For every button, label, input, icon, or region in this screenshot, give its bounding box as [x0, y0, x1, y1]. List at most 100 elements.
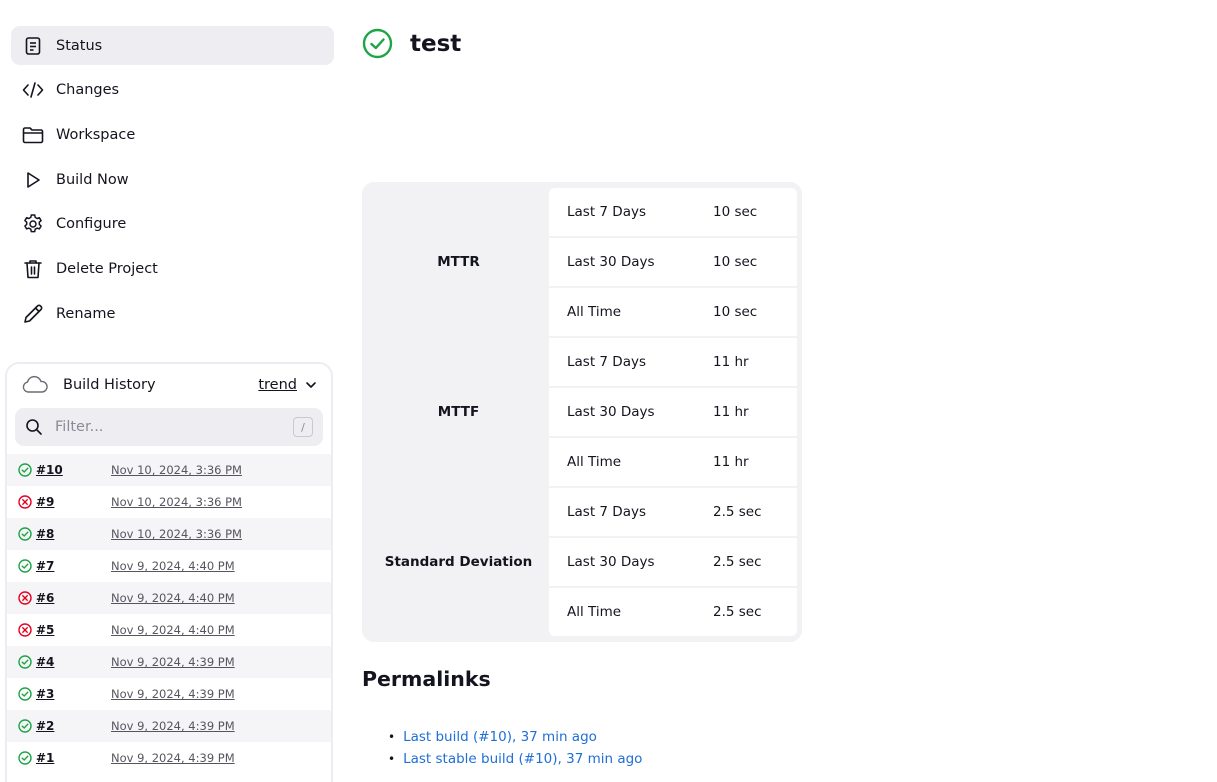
stat-value: 2.5 sec [713, 504, 762, 520]
success-status-icon [18, 719, 32, 733]
code-icon [22, 79, 44, 101]
gear-icon [22, 213, 44, 235]
build-number-link[interactable]: #6 [36, 591, 111, 605]
success-status-icon [362, 28, 393, 59]
build-date-link[interactable]: Nov 9, 2024, 4:40 PM [111, 591, 235, 605]
stat-period: All Time [567, 454, 622, 470]
build-row[interactable]: #1 Nov 9, 2024, 4:39 PM [7, 742, 331, 774]
sidebar-item-label: Status [56, 37, 103, 54]
success-status-icon [18, 527, 32, 541]
build-row[interactable]: #10 Nov 10, 2024, 3:36 PM [7, 454, 331, 486]
build-number-link[interactable]: #3 [36, 687, 111, 701]
stat-period: All Time [567, 304, 622, 320]
stat-value: 2.5 sec [713, 604, 762, 620]
success-status-icon [18, 687, 32, 701]
sidebar-item-rename[interactable]: Rename [11, 294, 334, 333]
build-date-link[interactable]: Nov 10, 2024, 3:36 PM [111, 527, 242, 541]
stat-period: All Time [567, 604, 622, 620]
stat-row: Last 30 Days 10 sec [549, 238, 797, 286]
sidebar-item-label: Build Now [56, 171, 129, 188]
stat-row: All Time 2.5 sec [549, 588, 797, 636]
build-number-link[interactable]: #1 [36, 751, 111, 765]
stat-row: Last 7 Days 2.5 sec [549, 488, 797, 536]
stat-period: Last 7 Days [567, 354, 646, 370]
build-number-link[interactable]: #2 [36, 719, 111, 733]
build-row[interactable]: #3 Nov 9, 2024, 4:39 PM [7, 678, 331, 710]
build-row[interactable]: #4 Nov 9, 2024, 4:39 PM [7, 646, 331, 678]
build-row[interactable]: #2 Nov 9, 2024, 4:39 PM [7, 710, 331, 742]
sidebar-item-changes[interactable]: Changes [11, 71, 334, 110]
stat-row: Last 7 Days 10 sec [549, 188, 797, 236]
build-number-link[interactable]: #5 [36, 623, 111, 637]
build-date-link[interactable]: Nov 9, 2024, 4:39 PM [111, 655, 235, 669]
success-status-icon [18, 751, 32, 765]
sidebar-nav: Status Changes Workspace Build Now Confi… [11, 26, 334, 339]
filter-placeholder: Filter... [55, 419, 104, 435]
build-number-link[interactable]: #10 [36, 463, 111, 477]
page-title: test [362, 28, 461, 59]
build-date-link[interactable]: Nov 10, 2024, 3:36 PM [111, 495, 242, 509]
project-title: test [410, 30, 462, 57]
stat-row: Last 7 Days 11 hr [549, 338, 797, 386]
permalink-last-build[interactable]: Last build (#10), 37 min ago [403, 729, 597, 745]
build-filter-input[interactable]: Filter... / [15, 408, 323, 446]
permalink-last-stable-build[interactable]: Last stable build (#10), 37 min ago [403, 751, 642, 767]
build-date-link[interactable]: Nov 9, 2024, 4:39 PM [111, 687, 235, 701]
build-row[interactable]: #9 Nov 10, 2024, 3:36 PM [7, 486, 331, 518]
build-stats-table: MTTR MTTF Standard Deviation Last 7 Days… [362, 182, 802, 642]
stat-period: Last 30 Days [567, 404, 655, 420]
success-status-icon [18, 655, 32, 669]
cloud-icon [21, 375, 49, 395]
stat-value: 11 hr [713, 454, 749, 470]
sidebar-item-configure[interactable]: Configure [11, 205, 334, 244]
stat-value: 11 hr [713, 404, 749, 420]
stat-value: 11 hr [713, 354, 749, 370]
document-icon [22, 35, 44, 57]
stat-period: Last 7 Days [567, 504, 646, 520]
stat-row: All Time 10 sec [549, 288, 797, 336]
build-number-link[interactable]: #7 [36, 559, 111, 573]
permalinks-list: Last build (#10), 37 min ago Last stable… [388, 726, 642, 770]
sidebar-item-label: Rename [56, 305, 116, 322]
permalinks-heading: Permalinks [362, 667, 491, 691]
keyboard-shortcut-hint: / [293, 417, 313, 437]
sidebar-item-build-now[interactable]: Build Now [11, 160, 334, 199]
build-row[interactable]: #7 Nov 9, 2024, 4:40 PM [7, 550, 331, 582]
failed-status-icon [18, 623, 32, 637]
stat-row: Last 30 Days 2.5 sec [549, 538, 797, 586]
sidebar-item-label: Delete Project [56, 260, 158, 277]
build-row[interactable]: #8 Nov 10, 2024, 3:36 PM [7, 518, 331, 550]
failed-status-icon [18, 495, 32, 509]
build-history-header: Build History trend [7, 364, 331, 406]
stat-group-label: MTTR [437, 254, 480, 270]
sidebar-item-label: Changes [56, 82, 120, 99]
build-date-link[interactable]: Nov 9, 2024, 4:40 PM [111, 559, 235, 573]
build-number-link[interactable]: #4 [36, 655, 111, 669]
trash-icon [22, 258, 44, 280]
build-number-link[interactable]: #8 [36, 527, 111, 541]
build-date-link[interactable]: Nov 9, 2024, 4:39 PM [111, 719, 235, 733]
build-row[interactable]: #6 Nov 9, 2024, 4:40 PM [7, 582, 331, 614]
stat-value: 10 sec [713, 304, 758, 320]
sidebar-item-status[interactable]: Status [11, 26, 334, 65]
build-date-link[interactable]: Nov 9, 2024, 4:40 PM [111, 623, 235, 637]
stat-row: Last 30 Days 11 hr [549, 388, 797, 436]
stat-period: Last 30 Days [567, 554, 655, 570]
success-status-icon [18, 559, 32, 573]
build-date-link[interactable]: Nov 9, 2024, 4:39 PM [111, 751, 235, 765]
list-item: Last build (#10), 37 min ago [388, 726, 642, 748]
build-history-title: Build History [63, 377, 156, 393]
play-icon [22, 169, 44, 191]
stat-row: All Time 11 hr [549, 438, 797, 486]
folder-icon [22, 124, 44, 146]
chevron-down-icon[interactable] [305, 379, 317, 391]
sidebar-item-delete-project[interactable]: Delete Project [11, 249, 334, 288]
build-row[interactable]: #5 Nov 9, 2024, 4:40 PM [7, 614, 331, 646]
sidebar-item-workspace[interactable]: Workspace [11, 115, 334, 154]
stat-period: Last 7 Days [567, 204, 646, 220]
trend-link[interactable]: trend [258, 377, 297, 393]
build-date-link[interactable]: Nov 10, 2024, 3:36 PM [111, 463, 242, 477]
stat-value: 10 sec [713, 204, 758, 220]
build-number-link[interactable]: #9 [36, 495, 111, 509]
sidebar-item-label: Configure [56, 216, 127, 233]
